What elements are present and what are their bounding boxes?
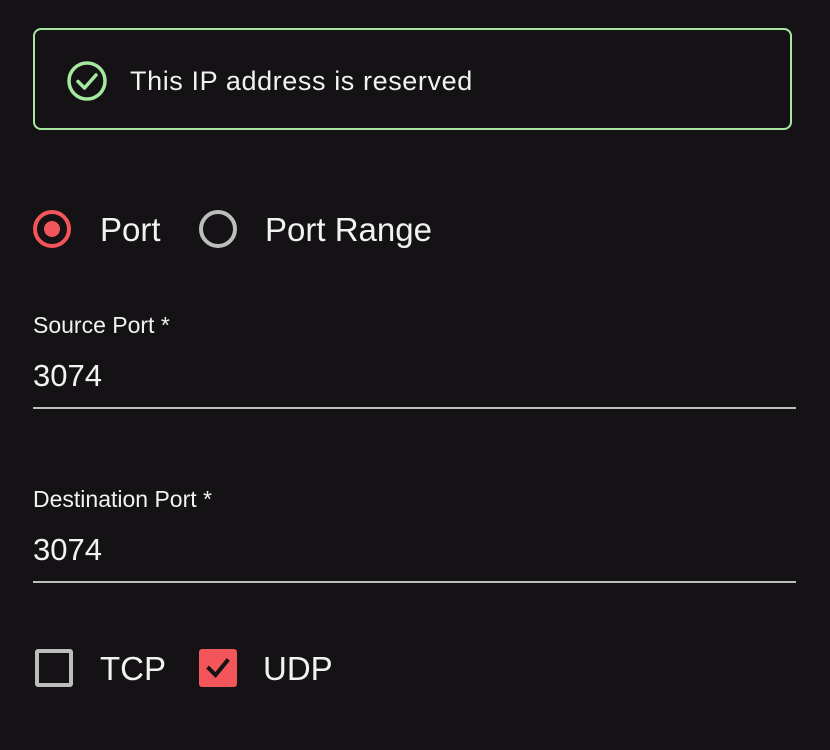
radio-checked-icon[interactable] [33,210,71,248]
alert-message: This IP address is reserved [130,66,473,96]
reserved-ip-alert: This IP address is reserved [33,28,792,130]
checkbox-udp[interactable]: UDP [199,649,339,689]
destination-port-field: Destination Port * [33,486,796,586]
check-circle-icon [67,61,107,101]
source-port-label: Source Port * [33,312,170,338]
radio-port-range[interactable]: Port Range [199,208,449,254]
radio-unchecked-icon[interactable] [199,210,237,248]
checkmark-icon [206,658,230,678]
checkbox-unchecked-icon[interactable] [35,649,73,687]
destination-port-label: Destination Port * [33,486,212,512]
checkbox-checked-icon[interactable] [199,649,237,687]
checkbox-tcp-label[interactable]: TCP [100,650,166,688]
source-port-underline [33,407,796,409]
radio-port[interactable]: Port [33,208,173,254]
checkbox-udp-label[interactable]: UDP [263,650,333,688]
source-port-field: Source Port * [33,312,796,412]
radio-port-range-label[interactable]: Port Range [265,211,432,249]
checkbox-tcp[interactable]: TCP [35,649,175,689]
source-port-input[interactable] [33,358,796,394]
destination-port-input[interactable] [33,532,796,568]
destination-port-underline [33,581,796,583]
radio-port-label[interactable]: Port [100,211,161,249]
